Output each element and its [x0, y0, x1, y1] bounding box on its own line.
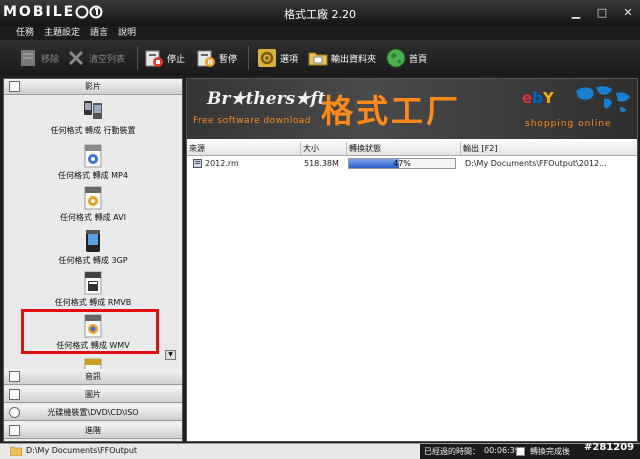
category-image-label: 圖片 [85, 390, 101, 399]
category-advanced[interactable]: 進階 [4, 423, 182, 439]
scroll-down-button[interactable]: ▼ [165, 350, 176, 360]
header-size[interactable]: 大小 [301, 142, 347, 155]
menu-task[interactable]: 任務 [16, 26, 34, 40]
maximize-icon[interactable]: □ [596, 7, 608, 19]
stop-label: 停止 [167, 54, 186, 65]
window-title: 格式工廠 2.20 [284, 8, 356, 21]
category-advanced-label: 進階 [85, 426, 101, 435]
folder-icon[interactable] [10, 446, 22, 456]
brothersoft-tagline: Free software download [193, 116, 311, 126]
toolbar: 移除 清空列表 停止 暫停 選項 輸出資料夾 首頁 [0, 40, 640, 76]
stop-icon [145, 50, 163, 67]
pause-label: 暫停 [219, 54, 238, 65]
ad-banner[interactable]: Br★thers★ft Free software download 格式工厂 … [187, 79, 637, 139]
row-output: D:\My Documents\FFOutput\2012... [465, 159, 607, 168]
clear-icon [68, 50, 84, 66]
row-source: 2012.rm [205, 159, 239, 168]
category-video-label: 影片 [85, 82, 101, 91]
category-video[interactable]: 影片 [4, 79, 182, 95]
mobile-device-icon [84, 101, 102, 119]
pause-button[interactable]: 暫停 [196, 46, 237, 70]
row-size: 518.38M [304, 159, 339, 168]
category-audio[interactable]: 音訊 [4, 369, 182, 385]
shopping-online-text: shopping online [525, 119, 612, 129]
elapsed-label: 已經過的時間： [424, 447, 480, 456]
format-avi[interactable]: 任何格式 轉成 AVI [4, 186, 182, 228]
header-source[interactable]: 來源 [187, 142, 301, 155]
globe-icon [386, 48, 406, 68]
menu-bar: 任務 主題設定 語言 說明 [0, 26, 640, 40]
pause-icon [197, 50, 215, 67]
options-button[interactable]: 選項 [257, 46, 298, 70]
title-bar: MOBILE 格式工廠 2.20 ▁ □ ✕ [0, 0, 640, 26]
format-rmvb[interactable]: 任何格式 轉成 RMVB [4, 271, 182, 313]
file-icon [193, 159, 202, 168]
remove-icon [21, 50, 35, 66]
ebay-logo: ebY [522, 89, 554, 107]
clear-list-button[interactable]: 清空列表 [66, 46, 125, 70]
format-mp4[interactable]: 任何格式 轉成 MP4 [4, 144, 182, 186]
mp4-file-icon [84, 144, 102, 168]
gear-icon [258, 49, 276, 67]
table-row[interactable]: 2012.rm 518.38M 47% D:\My Documents\FFOu… [187, 156, 637, 170]
header-status[interactable]: 轉換狀態 [347, 142, 461, 155]
close-icon[interactable]: ✕ [622, 7, 634, 19]
format-sidebar: 影片 任何格式 轉成 行動裝置 任何格式 轉成 MP4 任何格式 轉成 AVI … [3, 78, 183, 442]
home-button[interactable]: 首頁 [386, 46, 427, 70]
minimize-icon[interactable]: ▁ [570, 7, 582, 19]
menu-help[interactable]: 說明 [118, 26, 136, 40]
format-label: 任何格式 轉成 MP4 [58, 171, 128, 180]
category-image[interactable]: 圖片 [4, 387, 182, 403]
avi-file-icon [84, 186, 102, 210]
world-map-icon [576, 86, 630, 112]
format-label: 任何格式 轉成 3GP [58, 256, 128, 265]
status-bar: D:\My Documents\FFOutput 已經過的時間： 00:06:3… [0, 443, 640, 459]
remove-button[interactable]: 移除 [18, 46, 59, 70]
progress-bar: 47% [348, 158, 456, 169]
after-convert-label: 轉換完成後 [530, 447, 570, 456]
format-mobile[interactable]: 任何格式 轉成 行動裝置 [4, 99, 182, 141]
output-folder-label: 輸出資料夾 [331, 54, 377, 65]
brothersoft-logo: Br★thers★ft [207, 89, 326, 109]
progress-percent: 47% [393, 159, 411, 168]
3gp-file-icon [86, 230, 100, 252]
menu-language[interactable]: 語言 [90, 26, 108, 40]
format-label: 任何格式 轉成 AVI [60, 213, 126, 222]
elapsed-time: 00:06:39 [484, 446, 520, 455]
wmv-highlight-box [21, 309, 159, 354]
stop-button[interactable]: 停止 [144, 46, 185, 70]
category-disc-label: 光碟機裝置\DVD\CD\ISO [47, 408, 139, 417]
output-folder-button[interactable]: 輸出資料夾 [308, 46, 376, 70]
format-label: 任何格式 轉成 行動裝置 [50, 126, 136, 135]
folder-icon [308, 52, 328, 66]
watermark-id: #281209 [584, 442, 635, 453]
clear-label: 清空列表 [89, 54, 126, 65]
rmvb-file-icon [84, 271, 102, 295]
category-disc[interactable]: 光碟機裝置\DVD\CD\ISO [4, 405, 182, 421]
category-audio-label: 音訊 [85, 372, 101, 381]
options-label: 選項 [280, 54, 299, 65]
after-convert-checkbox[interactable] [516, 447, 525, 456]
banner-title: 格式工厂 [321, 92, 462, 130]
home-label: 首頁 [409, 54, 428, 65]
format-3gp[interactable]: 任何格式 轉成 3GP [4, 229, 182, 271]
menu-theme[interactable]: 主題設定 [44, 26, 80, 40]
output-path: D:\My Documents\FFOutput [26, 446, 138, 455]
format-label: 任何格式 轉成 RMVB [54, 298, 132, 307]
header-output[interactable]: 輸出 [F2] [461, 142, 637, 155]
table-header: 來源 大小 轉換狀態 輸出 [F2] [187, 141, 637, 156]
remove-label: 移除 [41, 54, 60, 65]
main-pane: Br★thers★ft Free software download 格式工厂 … [186, 78, 638, 442]
